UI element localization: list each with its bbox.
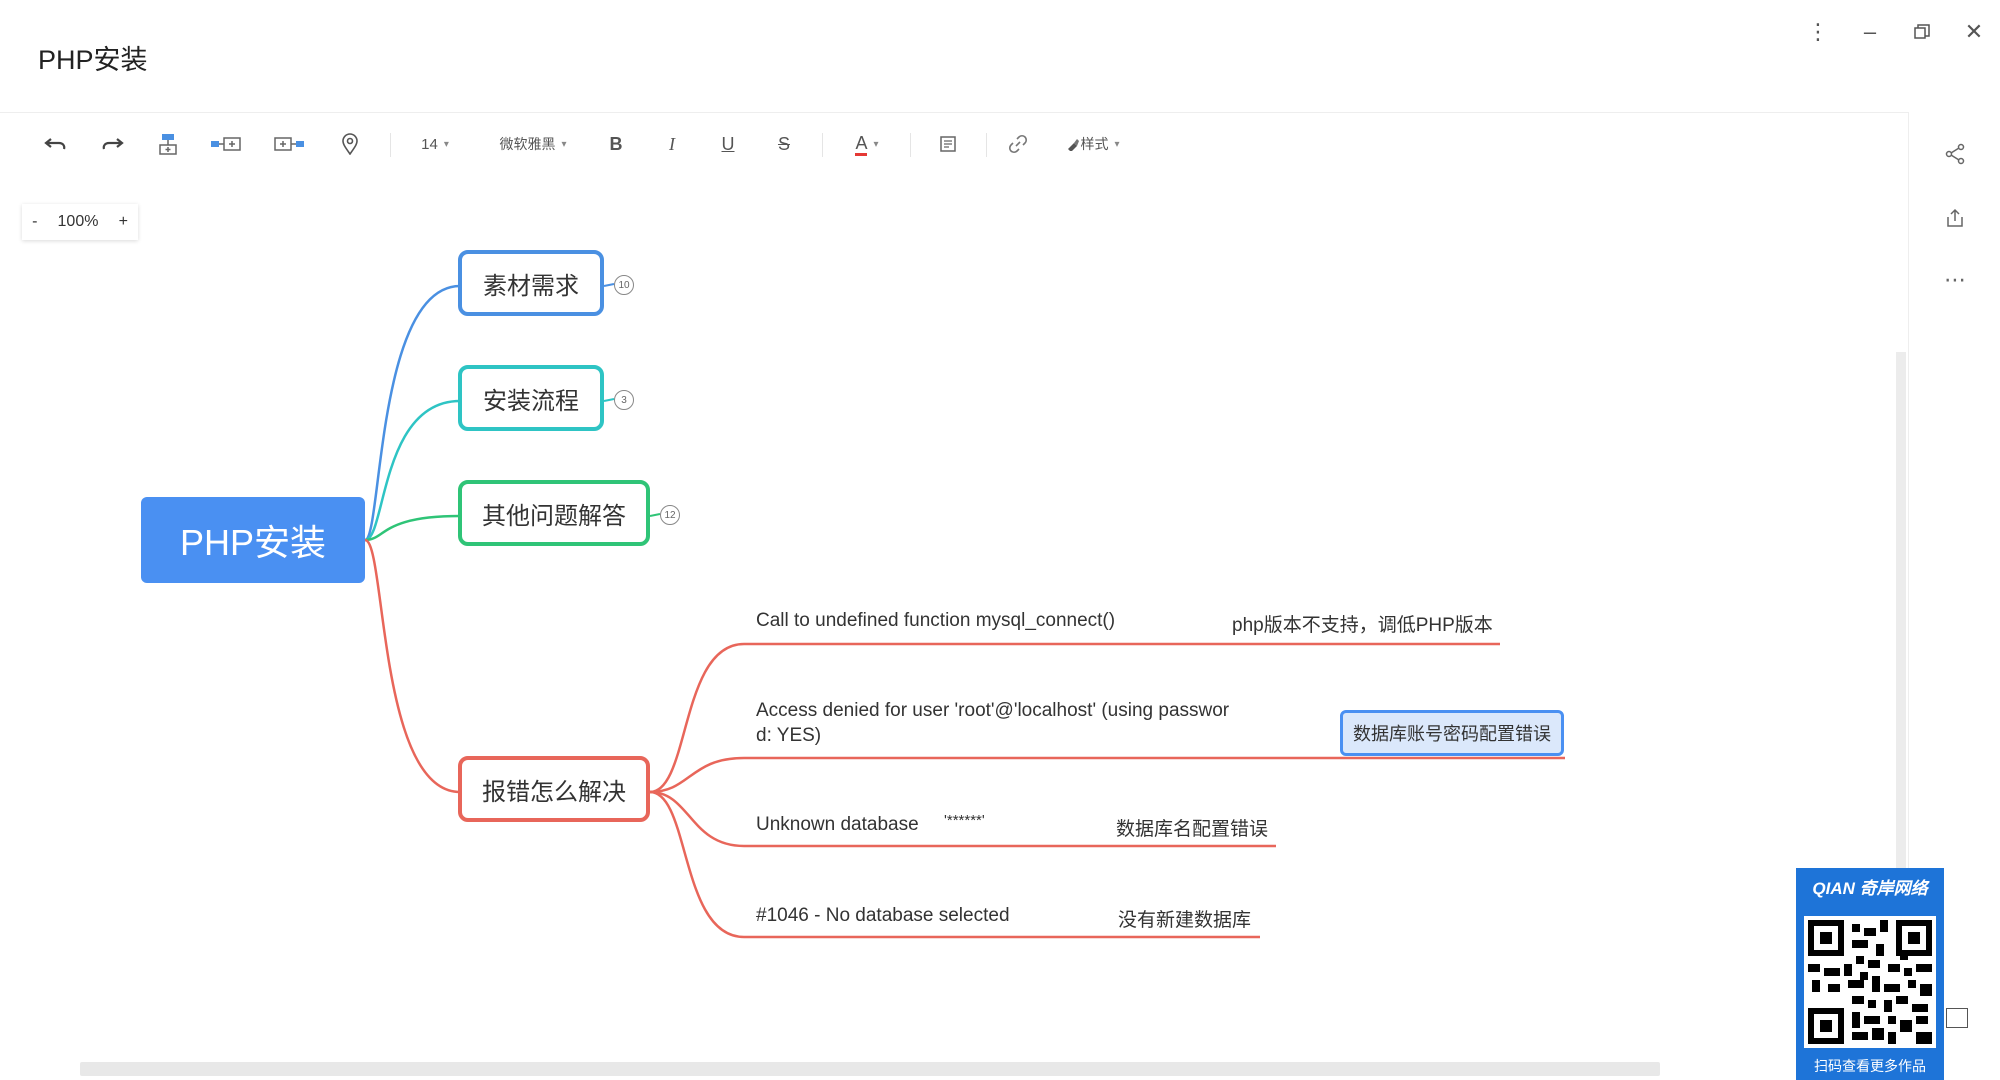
- error-message-no-database-selected[interactable]: #1046 - No database selected: [756, 905, 1010, 927]
- error-solution-credentials-selected[interactable]: 数据库账号密码配置错误: [1340, 710, 1564, 756]
- error-message-access-denied-line1[interactable]: Access denied for user 'root'@'localhost…: [756, 700, 1229, 722]
- connector-topic-4: [364, 538, 461, 794]
- promo-caption: 扫码查看更多作品: [1814, 1058, 1926, 1074]
- promo-brand: QIAN 奇岸网络: [1812, 879, 1928, 898]
- error-message-mysql-connect[interactable]: Call to undefined function mysql_connect…: [756, 610, 1115, 632]
- collapsed-count-badge[interactable]: 12: [660, 505, 680, 525]
- error-solution-db-name[interactable]: 数据库名配置错误: [1116, 814, 1268, 841]
- error-solution-create-database[interactable]: 没有新建数据库: [1118, 905, 1251, 932]
- error-solution-php-version[interactable]: php版本不支持，调低PHP版本: [1232, 610, 1493, 637]
- error-message-unknown-database[interactable]: Unknown database: [756, 814, 919, 836]
- topic-node-materials[interactable]: 素材需求: [458, 250, 604, 316]
- connector-error-2: [649, 756, 1565, 794]
- connector-topic-1: [363, 284, 461, 542]
- topic-node-install-flow[interactable]: 安装流程: [458, 365, 604, 431]
- panel-toggle-icon[interactable]: [1946, 1008, 1968, 1028]
- promo-qr-overlay[interactable]: QIAN 奇岸网络 扫码查看更多作品: [1796, 868, 1944, 1080]
- error-message-access-denied-line2[interactable]: d: YES): [756, 725, 821, 747]
- qr-code: [1804, 916, 1936, 1048]
- horizontal-scrollbar[interactable]: [80, 1062, 1660, 1076]
- collapsed-count-badge[interactable]: 10: [614, 275, 634, 295]
- error-message-database-stars: '******': [944, 812, 985, 829]
- connector-topic-3: [364, 514, 461, 542]
- topic-node-other-questions[interactable]: 其他问题解答: [458, 480, 650, 546]
- collapsed-count-badge[interactable]: 3: [614, 390, 634, 410]
- root-node[interactable]: PHP安装: [141, 497, 365, 583]
- topic-node-error-solutions[interactable]: 报错怎么解决: [458, 756, 650, 822]
